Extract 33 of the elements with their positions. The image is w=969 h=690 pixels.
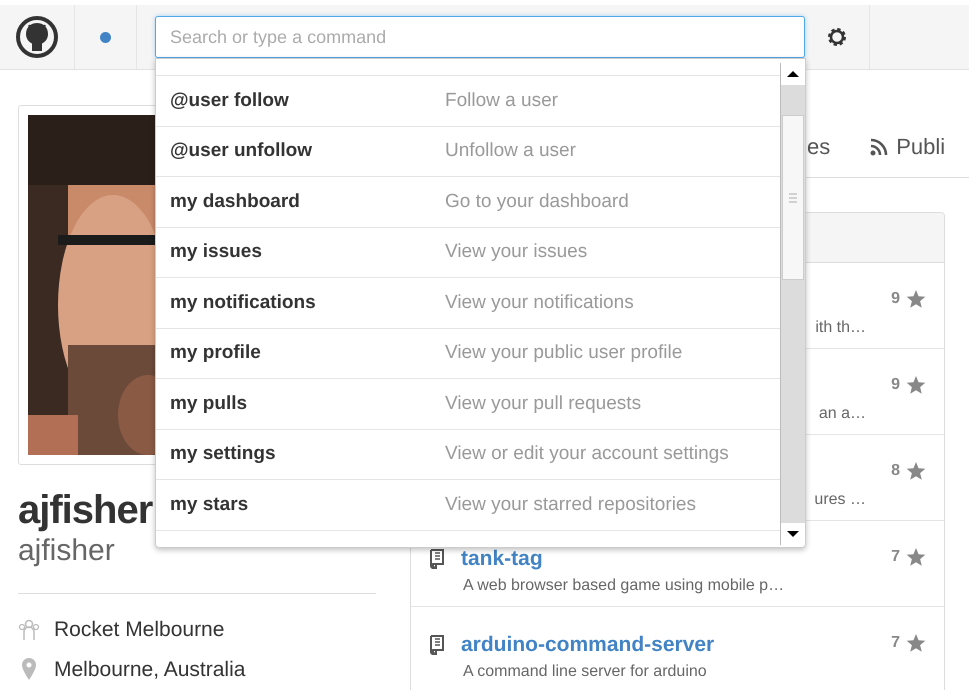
settings-icon[interactable] — [826, 26, 848, 48]
star-icon — [906, 548, 926, 566]
repository-description: A command line server for arduino — [463, 662, 707, 682]
tab[interactable]: es — [807, 130, 830, 163]
profile-detail: Melbourne, Australia — [54, 656, 246, 682]
scroll-thumb[interactable] — [782, 115, 804, 280]
book-icon — [429, 548, 445, 569]
repository-description: ures … — [814, 490, 866, 510]
star-count: 8 — [891, 461, 900, 481]
star-icon — [906, 290, 926, 308]
profile-username: ajfisher — [18, 533, 115, 569]
repository-link[interactable]: arduino-command-server — [461, 629, 714, 660]
feed-icon — [870, 138, 888, 156]
star-count: 9 — [891, 289, 900, 309]
star-icon — [906, 376, 926, 394]
book-icon — [429, 634, 445, 655]
repository-description: ith th… — [815, 318, 866, 338]
star-count: 9 — [891, 375, 900, 395]
repository-description: an a… — [818, 404, 866, 424]
star-icon — [906, 634, 926, 652]
repository-description: A web browser based game using mobile p… — [463, 576, 784, 596]
search-field[interactable]: Search or type a command — [155, 16, 805, 58]
scroll-down-icon[interactable] — [781, 523, 805, 545]
scrollbar[interactable] — [780, 63, 805, 545]
tab[interactable]: Publi — [870, 130, 946, 163]
people-icon — [18, 618, 40, 641]
profile-name: ajfisher — [18, 487, 152, 533]
grip-icon — [789, 192, 797, 202]
star-icon — [906, 462, 926, 480]
scroll-up-icon[interactable] — [781, 63, 805, 85]
star-count: 7 — [891, 633, 900, 653]
profile-detail: Rocket Melbourne — [54, 617, 224, 643]
star-count: 7 — [891, 547, 900, 567]
